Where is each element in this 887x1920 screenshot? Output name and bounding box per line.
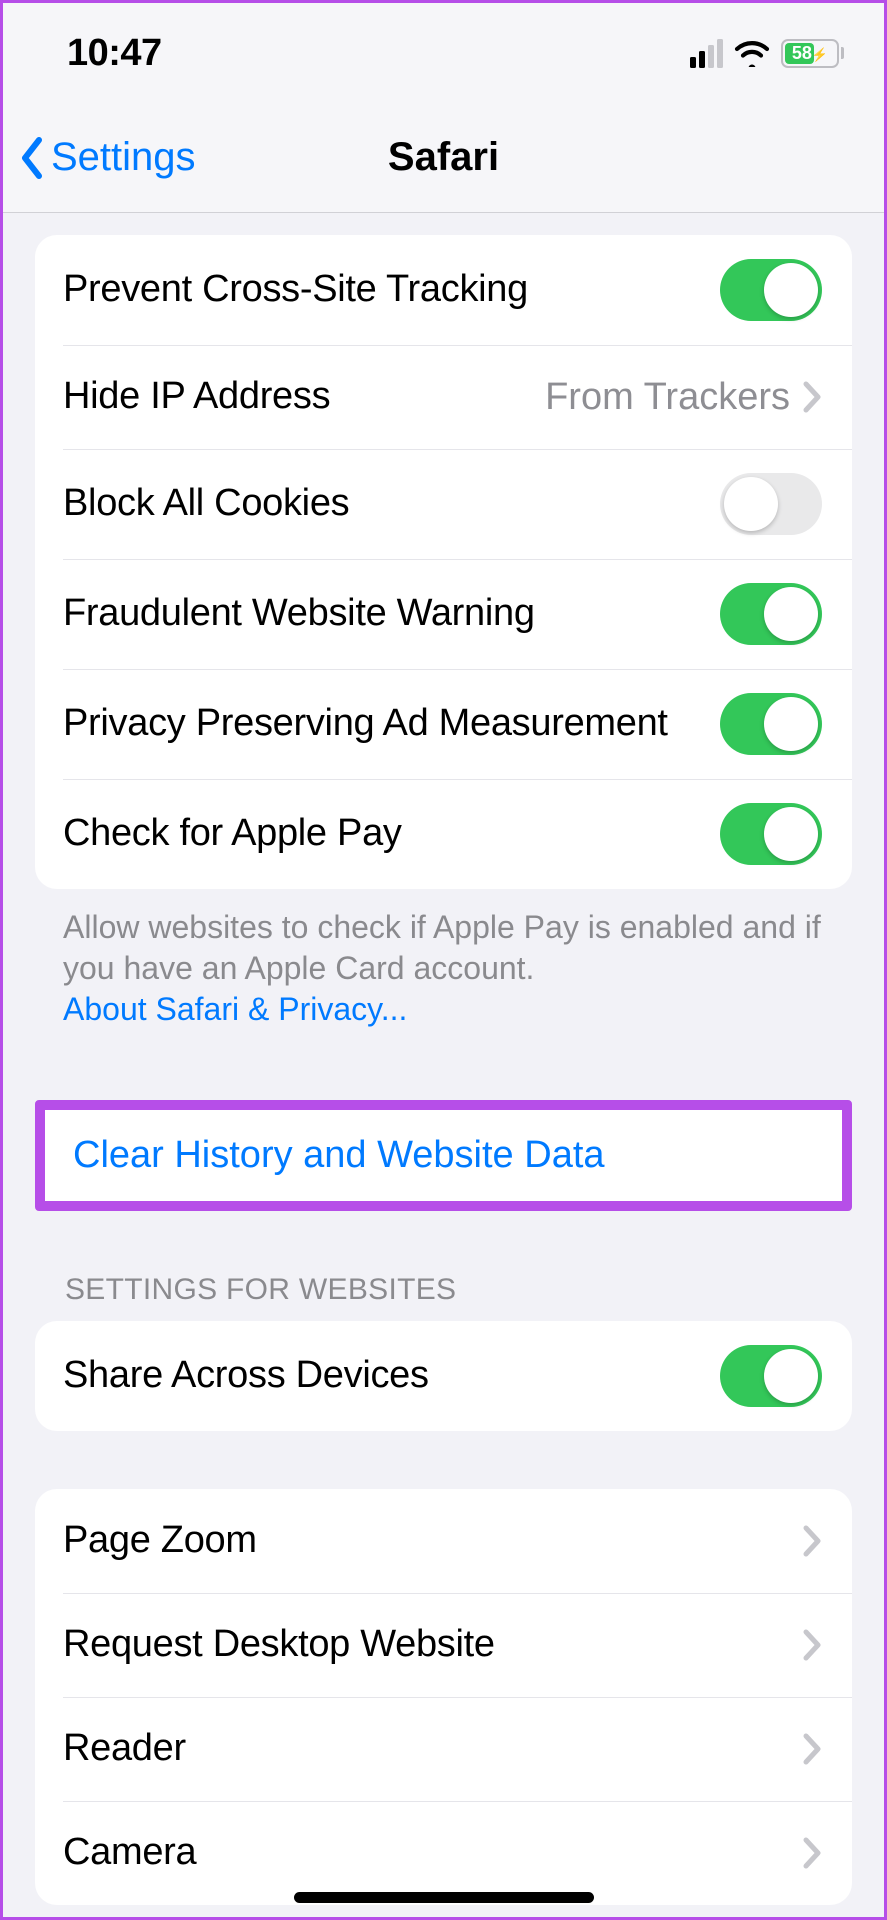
privacy-group: Prevent Cross-Site Tracking Hide IP Addr… [35, 235, 852, 889]
chevron-right-icon [802, 1628, 822, 1662]
clear-history-button[interactable]: Clear History and Website Data [45, 1110, 842, 1201]
row-label: Privacy Preserving Ad Measurement [63, 700, 720, 748]
chevron-right-icon [802, 1732, 822, 1766]
row-reader[interactable]: Reader [35, 1697, 852, 1801]
row-label: Page Zoom [63, 1517, 802, 1565]
row-hide-ip-address[interactable]: Hide IP Address From Trackers [35, 345, 852, 449]
row-label: Prevent Cross-Site Tracking [63, 266, 720, 314]
chevron-right-icon [802, 1524, 822, 1558]
about-safari-privacy-link[interactable]: About Safari & Privacy... [63, 991, 407, 1027]
section-header-websites: SETTINGS FOR WEBSITES [65, 1273, 822, 1307]
row-label: Request Desktop Website [63, 1621, 802, 1669]
row-privacy-preserving-ad-measurement[interactable]: Privacy Preserving Ad Measurement [35, 669, 852, 779]
row-value: From Trackers [545, 376, 790, 419]
back-label: Settings [51, 135, 196, 180]
row-share-across-devices[interactable]: Share Across Devices [35, 1321, 852, 1431]
toggle-share-across-devices[interactable] [720, 1345, 822, 1407]
row-fraudulent-website-warning[interactable]: Fraudulent Website Warning [35, 559, 852, 669]
status-time: 10:47 [67, 32, 162, 75]
row-label: Camera [63, 1829, 802, 1877]
toggle-fraudulent-website-warning[interactable] [720, 583, 822, 645]
footer-description: Allow websites to check if Apple Pay is … [63, 909, 821, 986]
row-label: Share Across Devices [63, 1352, 720, 1400]
toggle-prevent-cross-site-tracking[interactable] [720, 259, 822, 321]
toggle-privacy-preserving-ad-measurement[interactable] [720, 693, 822, 755]
toggle-block-all-cookies[interactable] [720, 473, 822, 535]
chevron-right-icon [802, 380, 822, 414]
chevron-right-icon [802, 1836, 822, 1870]
row-label: Fraudulent Website Warning [63, 590, 720, 638]
cellular-signal-icon [690, 39, 723, 68]
privacy-footer: Allow websites to check if Apple Pay is … [63, 907, 824, 1030]
row-request-desktop-website[interactable]: Request Desktop Website [35, 1593, 852, 1697]
share-across-devices-group: Share Across Devices [35, 1321, 852, 1431]
row-check-for-apple-pay[interactable]: Check for Apple Pay [35, 779, 852, 889]
row-prevent-cross-site-tracking[interactable]: Prevent Cross-Site Tracking [35, 235, 852, 345]
nav-bar: Settings Safari [3, 103, 884, 213]
website-settings-group: Page Zoom Request Desktop Website Reader… [35, 1489, 852, 1905]
toggle-check-for-apple-pay[interactable] [720, 803, 822, 865]
row-page-zoom[interactable]: Page Zoom [35, 1489, 852, 1593]
row-camera[interactable]: Camera [35, 1801, 852, 1905]
row-label: Block All Cookies [63, 480, 720, 528]
row-label: Hide IP Address [63, 373, 545, 421]
row-label: Check for Apple Pay [63, 810, 720, 858]
home-indicator[interactable] [294, 1892, 594, 1903]
clear-history-highlight: Clear History and Website Data [35, 1100, 852, 1211]
wifi-icon [733, 39, 771, 67]
battery-icon: 58⚡ [781, 39, 844, 68]
row-label: Reader [63, 1725, 802, 1773]
status-icons: 58⚡ [690, 39, 844, 68]
chevron-left-icon [19, 136, 47, 180]
row-block-all-cookies[interactable]: Block All Cookies [35, 449, 852, 559]
back-button[interactable]: Settings [3, 135, 196, 180]
battery-percentage: 58 [792, 43, 812, 63]
status-bar: 10:47 58⚡ [3, 3, 884, 103]
